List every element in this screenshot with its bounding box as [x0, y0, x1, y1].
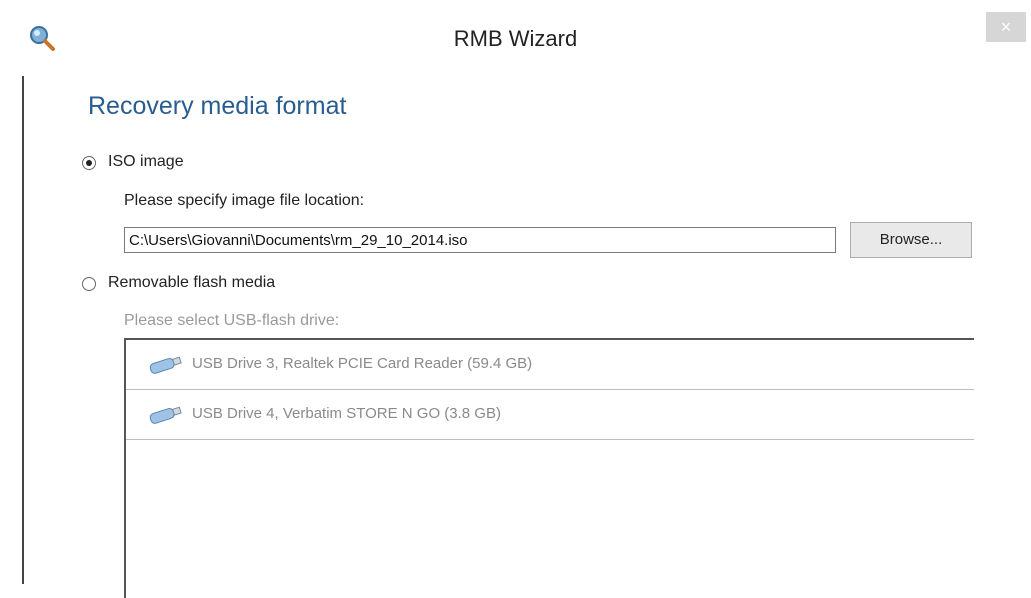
close-button[interactable]: × — [986, 12, 1026, 42]
image-location-prompt: Please specify image file location: — [124, 192, 365, 209]
usb-drive-label: USB Drive 4, Verbatim STORE N GO (3.8 GB… — [192, 405, 501, 422]
iso-image-radio[interactable] — [82, 156, 96, 170]
rmb-wizard-window: RMB Wizard × Recovery media format ISO i… — [0, 0, 1031, 598]
image-path-input[interactable] — [124, 227, 836, 253]
iso-image-label[interactable]: ISO image — [108, 153, 184, 171]
usb-drive-icon — [149, 406, 182, 424]
removable-flash-label[interactable]: Removable flash media — [108, 274, 275, 292]
title-bar: RMB Wizard × — [0, 0, 1031, 76]
usb-drive-icon — [149, 356, 182, 374]
removable-flash-radio[interactable] — [82, 277, 96, 291]
usb-drive-item[interactable]: USB Drive 4, Verbatim STORE N GO (3.8 GB… — [126, 390, 974, 440]
usb-drive-item[interactable]: USB Drive 3, Realtek PCIE Card Reader (5… — [126, 340, 974, 390]
usb-drive-label: USB Drive 3, Realtek PCIE Card Reader (5… — [192, 355, 533, 372]
usb-drive-list: USB Drive 3, Realtek PCIE Card Reader (5… — [124, 338, 974, 598]
usb-select-prompt: Please select USB-flash drive: — [124, 312, 340, 329]
page-heading: Recovery media format — [88, 92, 347, 120]
browse-button[interactable]: Browse... — [850, 222, 972, 258]
window-title: RMB Wizard — [453, 26, 578, 51]
window-frame-left — [22, 76, 24, 584]
